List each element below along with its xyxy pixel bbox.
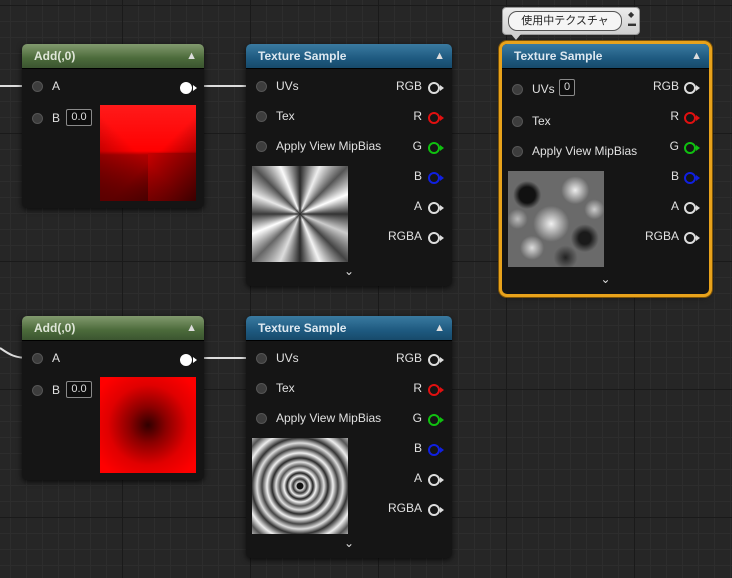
collapse-icon[interactable]: ▲	[186, 44, 197, 68]
output-pin-b[interactable]	[428, 444, 444, 456]
pin-label-mipbias: Apply View MipBias	[276, 139, 382, 153]
out-label-r: R	[413, 381, 422, 395]
pin-icon[interactable]: ◆ ▬	[628, 10, 636, 28]
input-pin-uvs[interactable]	[256, 353, 267, 364]
preview-thumbnail	[100, 377, 196, 473]
node-title: Texture Sample	[514, 49, 603, 63]
output-pin-b[interactable]	[684, 172, 700, 184]
input-pin-b[interactable]	[32, 113, 43, 124]
input-pin-tex[interactable]	[256, 383, 267, 394]
output-pin[interactable]	[180, 82, 197, 94]
output-pin-r[interactable]	[684, 112, 700, 124]
out-label-rgba: RGBA	[387, 229, 422, 243]
expand-icon[interactable]: ⌄	[246, 264, 452, 278]
node-header[interactable]: Texture Sample ▲	[502, 44, 709, 69]
out-label-a: A	[413, 199, 422, 213]
out-label-rgb: RGB	[652, 79, 679, 93]
pin-label-b: B	[52, 383, 61, 397]
usage-tooltip: 使用中テクスチャ ◆ ▬	[502, 7, 640, 40]
output-pin-rgb[interactable]	[684, 82, 700, 94]
output-pin-rgba[interactable]	[684, 232, 700, 244]
collapse-icon[interactable]: ▲	[434, 44, 445, 68]
output-pin-a[interactable]	[428, 474, 444, 486]
texture-preview-clouds	[508, 171, 604, 267]
output-pin-b[interactable]	[428, 172, 444, 184]
input-pin-b[interactable]	[32, 385, 43, 396]
out-label-a: A	[670, 199, 679, 213]
output-pin-g[interactable]	[428, 414, 444, 426]
b-value-field[interactable]: 0.0	[66, 109, 92, 126]
node-title: Add(,0)	[34, 49, 76, 63]
output-pin-rgba[interactable]	[428, 504, 444, 516]
out-label-b: B	[413, 441, 422, 455]
expand-icon[interactable]: ⌄	[502, 272, 709, 286]
input-pin-mipbias[interactable]	[256, 413, 267, 424]
uvs-index-field[interactable]: 0	[559, 79, 575, 96]
input-pin-tex[interactable]	[512, 116, 523, 127]
input-pin-mipbias[interactable]	[256, 141, 267, 152]
output-pin-rgb[interactable]	[428, 82, 444, 94]
texture-sample-node-2[interactable]: Texture Sample ▲ UVs 0 Tex Apply View Mi…	[502, 44, 709, 294]
tooltip-label: 使用中テクスチャ	[508, 11, 622, 31]
pin-label-a: A	[52, 351, 61, 365]
pin-label-b: B	[52, 111, 61, 125]
out-label-r: R	[670, 109, 679, 123]
input-pin-a[interactable]	[32, 81, 43, 92]
out-label-rgba: RGBA	[387, 501, 422, 515]
node-title: Texture Sample	[258, 321, 347, 335]
output-pin-a[interactable]	[428, 202, 444, 214]
out-label-b: B	[670, 169, 679, 183]
output-pin[interactable]	[180, 354, 197, 366]
output-pin-a[interactable]	[684, 202, 700, 214]
out-label-rgba: RGBA	[644, 229, 679, 243]
add-node-1[interactable]: Add(,0) ▲ A B 0.0	[22, 44, 204, 208]
out-label-b: B	[413, 169, 422, 183]
add-node-2[interactable]: Add(,0) ▲ A B 0.0	[22, 316, 204, 480]
texture-sample-node-1[interactable]: Texture Sample ▲ UVs Tex Apply View MipB…	[246, 44, 452, 286]
pin-label-uvs: UVs	[276, 79, 299, 93]
expand-icon[interactable]: ⌄	[246, 536, 452, 550]
collapse-icon[interactable]: ▲	[434, 316, 445, 340]
collapse-icon[interactable]: ▲	[691, 44, 702, 68]
input-pin-mipbias[interactable]	[512, 146, 523, 157]
out-label-rgb: RGB	[395, 351, 422, 365]
out-label-rgb: RGB	[395, 79, 422, 93]
node-header[interactable]: Add(,0) ▲	[22, 44, 204, 69]
pin-label-tex: Tex	[276, 109, 295, 123]
output-pin-g[interactable]	[428, 142, 444, 154]
collapse-icon[interactable]: ▲	[186, 316, 197, 340]
node-header[interactable]: Texture Sample ▲	[246, 44, 452, 69]
node-title: Texture Sample	[258, 49, 347, 63]
preview-thumbnail	[100, 105, 196, 201]
out-label-a: A	[413, 471, 422, 485]
b-value-field[interactable]: 0.0	[66, 381, 92, 398]
texture-preview-rings	[252, 438, 348, 534]
texture-sample-node-3[interactable]: Texture Sample ▲ UVs Tex Apply View MipB…	[246, 316, 452, 558]
output-pin-g[interactable]	[684, 142, 700, 154]
pin-label-tex: Tex	[532, 114, 551, 128]
pin-label-uvs: UVs	[276, 351, 299, 365]
node-title: Add(,0)	[34, 321, 76, 335]
pin-label-tex: Tex	[276, 381, 295, 395]
pin-label-uvs: UVs	[532, 82, 555, 96]
output-pin-r[interactable]	[428, 384, 444, 396]
output-pin-r[interactable]	[428, 112, 444, 124]
out-label-g: G	[412, 411, 422, 425]
input-pin-uvs[interactable]	[256, 81, 267, 92]
output-pin-rgb[interactable]	[428, 354, 444, 366]
node-header[interactable]: Add(,0) ▲	[22, 316, 204, 341]
input-pin-tex[interactable]	[256, 111, 267, 122]
node-header[interactable]: Texture Sample ▲	[246, 316, 452, 341]
out-label-g: G	[412, 139, 422, 153]
input-pin-a[interactable]	[32, 353, 43, 364]
input-pin-uvs[interactable]	[512, 84, 523, 95]
pin-label-mipbias: Apply View MipBias	[532, 144, 638, 158]
pin-label-a: A	[52, 79, 61, 93]
texture-preview-radial	[252, 166, 348, 262]
out-label-r: R	[413, 109, 422, 123]
pin-label-mipbias: Apply View MipBias	[276, 411, 382, 425]
output-pin-rgba[interactable]	[428, 232, 444, 244]
out-label-g: G	[669, 139, 679, 153]
